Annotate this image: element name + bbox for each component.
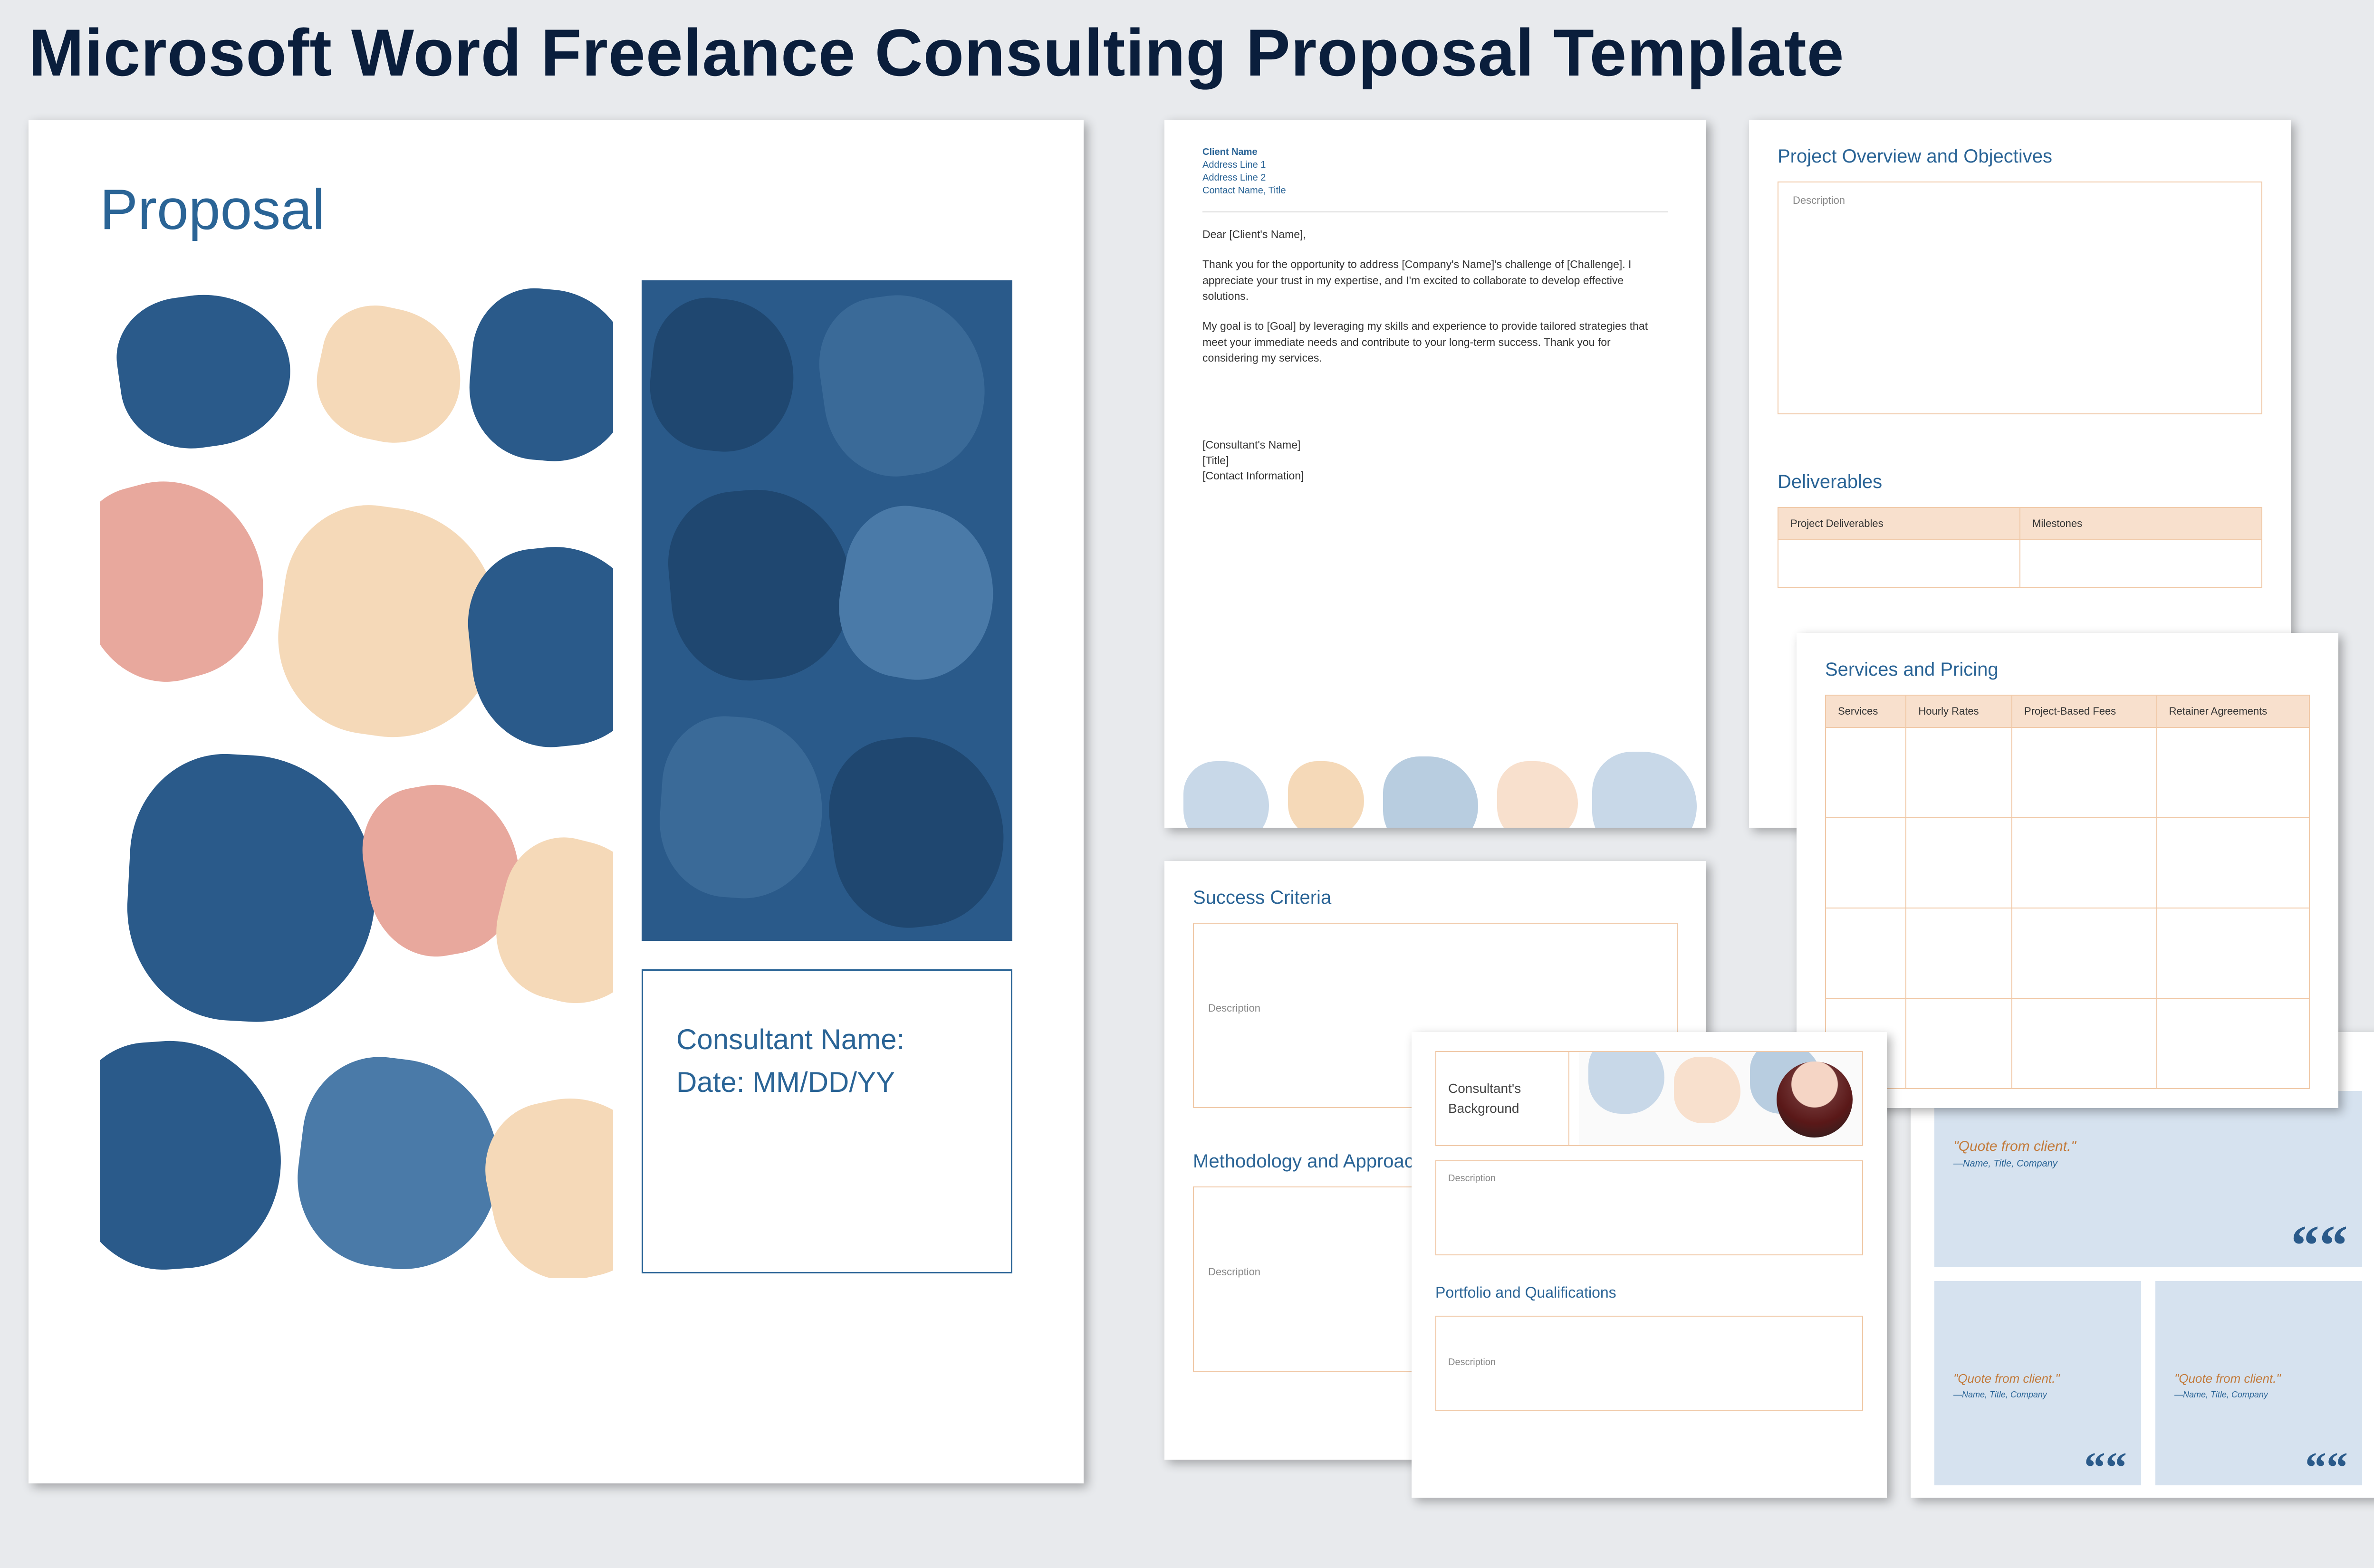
services-col-2: Hourly Rates	[1906, 695, 2012, 727]
client-address-block: Client Name Address Line 1 Address Line …	[1202, 146, 1668, 197]
deliverables-heading: Deliverables	[1778, 471, 2262, 493]
signature-contact: [Contact Information]	[1202, 468, 1668, 483]
quote-attribution: —Name, Title, Company	[1953, 1158, 2343, 1169]
heading-line-1: Consultant's	[1448, 1079, 1557, 1099]
signature-name: [Consultant's Name]	[1202, 437, 1668, 452]
consultant-page: Consultant's Background Description Port…	[1412, 1032, 1887, 1498]
description-label: Description	[1448, 1357, 1496, 1367]
success-heading: Success Criteria	[1193, 887, 1678, 908]
address-line-1: Address Line 1	[1202, 159, 1668, 172]
services-col-3: Project-Based Fees	[2012, 695, 2157, 727]
quote-icon: ““	[2291, 1231, 2348, 1260]
services-col-4: Retainer Agreements	[2157, 695, 2309, 727]
description-label: Description	[1448, 1173, 1496, 1184]
portfolio-heading: Portfolio and Qualifications	[1435, 1284, 1863, 1301]
services-table: Services Hourly Rates Project-Based Fees…	[1825, 695, 2310, 1089]
cover-art-right	[642, 280, 1012, 941]
description-label: Description	[1208, 1266, 1260, 1278]
page-title: Microsoft Word Freelance Consulting Prop…	[29, 14, 2345, 91]
signature-block: [Consultant's Name] [Title] [Contact Inf…	[1202, 437, 1668, 483]
address-line-2: Address Line 2	[1202, 172, 1668, 184]
cover-info-box: Consultant Name: Date: MM/DD/YY	[642, 969, 1012, 1273]
client-name: Client Name	[1202, 146, 1668, 159]
letter-page: Client Name Address Line 1 Address Line …	[1164, 120, 1706, 828]
table-row	[1826, 727, 2309, 818]
testimonial-card: "Quote from client." —Name, Title, Compa…	[1934, 1091, 2362, 1267]
avatar	[1777, 1061, 1853, 1138]
consultant-header: Consultant's Background	[1435, 1051, 1863, 1146]
overview-heading: Project Overview and Objectives	[1778, 146, 2262, 167]
quote-text: "Quote from client."	[1953, 1138, 2343, 1155]
table-row	[1826, 818, 2309, 908]
letter-footer-art	[1164, 718, 1706, 828]
overview-description-box: Description	[1778, 182, 2262, 414]
quote-attribution: —Name, Title, Company	[2174, 1390, 2343, 1400]
table-row	[1826, 908, 2309, 998]
description-label: Description	[1208, 1002, 1260, 1014]
cover-page: Proposal	[29, 120, 1084, 1483]
date-label: Date: MM/DD/YY	[676, 1061, 978, 1104]
deliverables-col-1: Project Deliverables	[1778, 507, 2020, 540]
services-heading: Services and Pricing	[1825, 659, 2310, 680]
contact-name-title: Contact Name, Title	[1202, 184, 1668, 197]
consultant-description-box: Description	[1435, 1160, 1863, 1255]
heading-line-2: Background	[1448, 1099, 1557, 1119]
letter-paragraph-1: Thank you for the opportunity to address…	[1202, 257, 1668, 304]
table-row	[1826, 998, 2309, 1089]
quote-icon: ““	[2084, 1457, 2127, 1478]
consultant-header-art	[1579, 1052, 1862, 1145]
testimonial-card: "Quote from client." —Name, Title, Compa…	[2155, 1281, 2362, 1485]
proposal-heading: Proposal	[100, 177, 1012, 242]
table-row	[1778, 540, 2262, 587]
deliverables-table: Project Deliverables Milestones	[1778, 507, 2262, 588]
signature-title: [Title]	[1202, 453, 1668, 468]
quote-icon: ““	[2305, 1457, 2348, 1478]
cover-art-left	[100, 280, 613, 1278]
letter-paragraph-2: My goal is to [Goal] by leveraging my sk…	[1202, 318, 1668, 366]
services-col-1: Services	[1826, 695, 1906, 727]
portfolio-description-box: Description	[1435, 1316, 1863, 1411]
quote-text: "Quote from client."	[1953, 1371, 2122, 1386]
quote-attribution: —Name, Title, Company	[1953, 1390, 2122, 1400]
consultant-background-heading: Consultant's Background	[1436, 1052, 1569, 1145]
description-label: Description	[1793, 194, 1845, 206]
template-canvas: Proposal	[29, 120, 2345, 1545]
deliverables-col-2: Milestones	[2020, 507, 2262, 540]
testimonial-card: "Quote from client." —Name, Title, Compa…	[1934, 1281, 2141, 1485]
consultant-name-label: Consultant Name:	[676, 1018, 978, 1061]
quote-text: "Quote from client."	[2174, 1371, 2343, 1386]
greeting: Dear [Client's Name],	[1202, 227, 1668, 242]
